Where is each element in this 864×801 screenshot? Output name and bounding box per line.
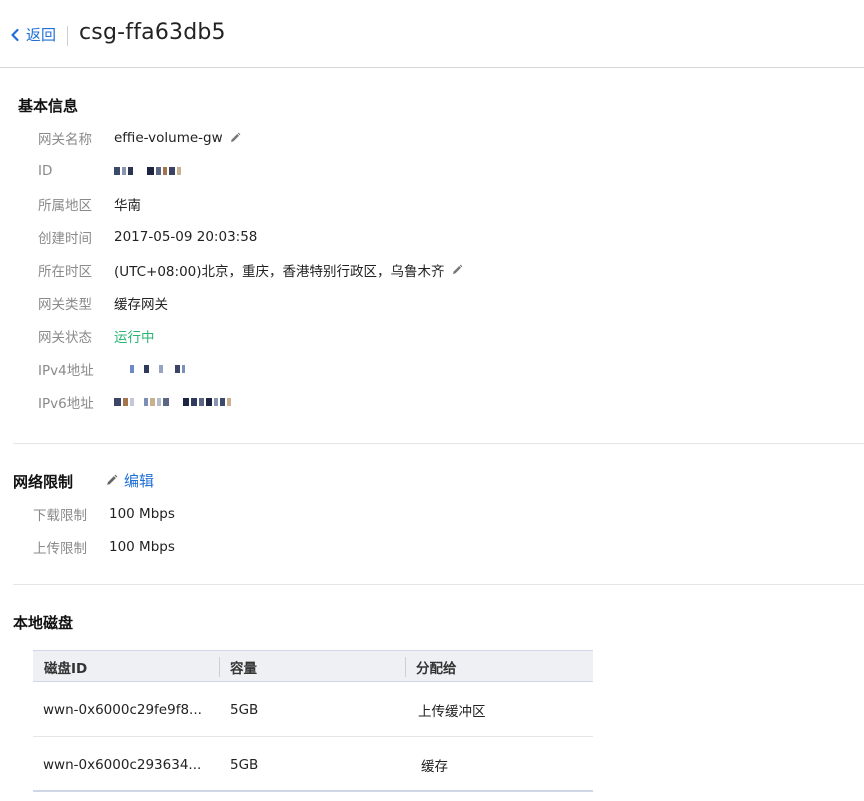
section-title-basic-info: 基本信息 — [18, 97, 79, 115]
info-value: (UTC+08:00)北京，重庆，香港特别行政区，乌鲁木齐 — [114, 260, 463, 280]
capacity-cell: 5GB — [230, 701, 259, 718]
info-row-ipv6: IPv6地址 — [38, 392, 233, 412]
region-value: 华南 — [114, 198, 141, 214]
info-row-id: ID — [38, 161, 183, 181]
redacted-ipv4-value — [114, 363, 187, 375]
pencil-icon[interactable] — [451, 264, 463, 276]
section-divider — [13, 443, 864, 444]
info-label: 所属地区 — [38, 198, 92, 214]
pencil-icon[interactable] — [229, 132, 241, 144]
info-row-ipv4: IPv4地址 — [38, 359, 187, 379]
limit-label: 下载限制 — [33, 508, 87, 524]
section-title-local-disk: 本地磁盘 — [13, 614, 74, 632]
section-divider — [13, 584, 864, 585]
assigned-cell: 缓存 — [421, 758, 448, 775]
info-label: 所在时区 — [38, 264, 92, 280]
limit-label: 上传限制 — [33, 541, 87, 557]
header-divider — [67, 26, 68, 46]
info-label: 网关名称 — [38, 132, 92, 148]
download-limit-value: 100 Mbps — [109, 506, 175, 522]
back-button[interactable]: 返回 — [8, 24, 56, 45]
info-row-region: 所属地区 华南 — [38, 194, 141, 214]
upload-limit-value: 100 Mbps — [109, 539, 175, 555]
edit-network-limit-button[interactable]: 编辑 — [105, 470, 154, 491]
info-label: 网关状态 — [38, 330, 92, 346]
pencil-icon — [107, 474, 118, 485]
info-row-gateway-status: 网关状态 运行中 — [38, 326, 155, 346]
edit-label: 编辑 — [124, 472, 155, 490]
table-header: 磁盘ID 容量 分配给 — [33, 650, 593, 682]
table-row[interactable]: wwn-0x6000c29fe9f8... 5GB 上传缓冲区 — [33, 682, 593, 737]
assigned-cell: 上传缓冲区 — [418, 703, 486, 720]
limit-row-download: 下载限制 100 Mbps — [33, 504, 175, 524]
gateway-detail-page: 返回 csg-ffa63db5 基本信息 网关名称 effie-volume-g… — [0, 0, 864, 801]
info-label: IPv4地址 — [38, 363, 94, 379]
column-header-assigned: 分配给 — [416, 661, 457, 677]
info-row-gateway-type: 网关类型 缓存网关 — [38, 293, 168, 313]
page-title: csg-ffa63db5 — [79, 20, 226, 45]
disk-id-cell: wwn-0x6000c29fe9f8... — [43, 701, 202, 718]
capacity-cell: 5GB — [230, 756, 259, 773]
info-label: 创建时间 — [38, 231, 92, 247]
chevron-left-icon — [11, 28, 19, 41]
back-label: 返回 — [26, 26, 57, 44]
redacted-id-value — [114, 165, 183, 177]
info-row-timezone: 所在时区 (UTC+08:00)北京，重庆，香港特别行政区，乌鲁木齐 — [38, 260, 463, 280]
section-title-network-limit: 网络限制 — [13, 473, 74, 491]
column-separator — [219, 657, 220, 677]
table-row[interactable]: wwn-0x6000c293634... 5GB 缓存 — [33, 737, 593, 792]
column-header-disk-id: 磁盘ID — [44, 661, 88, 677]
gateway-name-value: effie-volume-gw — [114, 130, 223, 146]
limit-row-upload: 上传限制 100 Mbps — [33, 537, 175, 557]
page-header: 返回 csg-ffa63db5 — [0, 0, 864, 68]
status-badge: 运行中 — [114, 330, 155, 346]
gateway-type-value: 缓存网关 — [114, 297, 168, 313]
timezone-value: (UTC+08:00)北京，重庆，香港特别行政区，乌鲁木齐 — [114, 264, 445, 280]
disk-id-cell: wwn-0x6000c293634... — [43, 756, 202, 773]
info-value: effie-volume-gw — [114, 130, 241, 146]
info-row-created-time: 创建时间 2017-05-09 20:03:58 — [38, 227, 257, 247]
info-label: IPv6地址 — [38, 396, 94, 412]
redacted-ipv6-value — [114, 396, 233, 408]
info-row-gateway-name: 网关名称 effie-volume-gw — [38, 128, 241, 148]
info-label: 网关类型 — [38, 297, 92, 313]
disk-table: 磁盘ID 容量 分配给 wwn-0x6000c29fe9f8... 5GB 上传… — [33, 650, 593, 792]
column-separator — [405, 657, 406, 677]
column-header-capacity: 容量 — [230, 661, 257, 677]
created-time-value: 2017-05-09 20:03:58 — [114, 229, 258, 245]
info-label: ID — [38, 163, 53, 179]
